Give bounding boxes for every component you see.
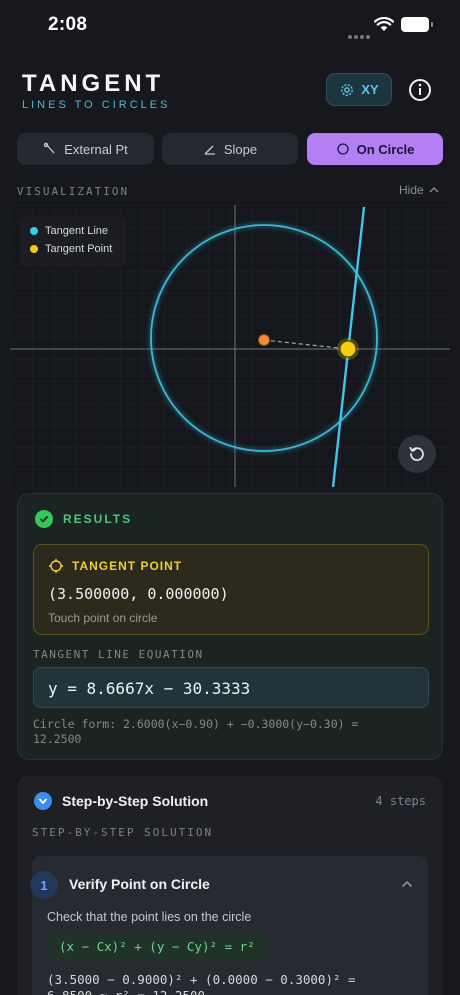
steps-subtitle: STEP-BY-STEP SOLUTION (32, 826, 214, 839)
equation-label: TANGENT LINE EQUATION (33, 648, 204, 661)
hide-label: Hide (399, 183, 424, 197)
legend-item-tangent-point: Tangent Point (30, 240, 126, 258)
tangent-point-title: TANGENT POINT (72, 559, 183, 573)
status-bar: 2:08 (0, 0, 460, 52)
coordinate-settings-button[interactable]: XY (326, 73, 392, 106)
info-icon[interactable] (406, 76, 434, 104)
app-title: TANGENT (22, 70, 165, 97)
step-title: Verify Point on Circle (69, 876, 210, 892)
mode-external-point[interactable]: External Pt (17, 133, 154, 165)
tangent-point-header: TANGENT POINT (48, 558, 182, 574)
chevron-up-icon[interactable] (401, 880, 413, 888)
reset-view-button[interactable] (398, 435, 436, 473)
app-subtitle: LINES TO CIRCLES (22, 99, 171, 111)
step-description: Check that the point lies on the circle (47, 910, 252, 924)
cellular-icon (348, 26, 372, 44)
results-header: RESULTS (35, 510, 132, 528)
angle-icon (204, 145, 215, 155)
mode-slope-label: Slope (223, 141, 258, 157)
xy-label: XY (361, 82, 379, 97)
chevron-down-icon (34, 792, 52, 810)
step-by-step-title: Step-by-Step Solution (62, 793, 209, 809)
steps-count: 4 steps (375, 794, 426, 808)
tangent-point-card: TANGENT POINT (3.500000, 0.000000) Touch… (33, 544, 429, 635)
step-formula: (x − Cx)² + (y − Cy)² = r² (48, 934, 266, 961)
legend-label-tangent-line: Tangent Line (45, 225, 108, 237)
chevron-up-icon (429, 187, 439, 193)
status-time: 2:08 (48, 14, 88, 35)
plot-legend: Tangent Line Tangent Point (20, 216, 126, 266)
tangent-line-equation: y = 8.6667x − 30.3333 (33, 667, 429, 708)
reset-icon (409, 446, 424, 461)
results-title: RESULTS (63, 512, 133, 526)
hide-visualization-button[interactable]: Hide (399, 183, 439, 197)
mode-on-circle[interactable]: On Circle (307, 133, 443, 165)
wand-icon (44, 142, 55, 154)
tangent-point[interactable] (339, 340, 357, 358)
legend-swatch-tangent-point (30, 245, 38, 253)
center-point (258, 334, 270, 346)
legend-swatch-tangent-line (30, 227, 38, 235)
mode-external-point-label: External Pt (64, 141, 128, 157)
results-card: RESULTS TANGENT POINT (3.500000, 0.00000… (17, 493, 443, 760)
circle-form-equation: Circle form: 2.6000(x−0.90) + −0.3000(y−… (33, 717, 359, 746)
crosshair-icon (49, 559, 63, 573)
step-by-step-header[interactable]: Step-by-Step Solution (34, 792, 208, 810)
tangent-point-note: Touch point on circle (48, 611, 158, 625)
mode-on-circle-label: On Circle (356, 141, 415, 157)
checkmark-icon (35, 510, 53, 528)
visualization-label: VISUALIZATION (17, 185, 130, 198)
mode-slope[interactable]: Slope (162, 133, 298, 165)
step-by-step-card[interactable]: Step-by-Step Solution 4 steps STEP-BY-ST… (17, 776, 443, 995)
gear-icon (341, 83, 354, 96)
step-calculation: (3.5000 − 0.9000)² + (0.0000 − 0.3000)² … (47, 972, 356, 995)
wifi-icon (374, 17, 394, 31)
step-number-badge: 1 (30, 871, 58, 899)
legend-label-tangent-point: Tangent Point (45, 243, 113, 255)
tangent-point-value: (3.500000, 0.000000) (48, 585, 229, 603)
legend-item-tangent-line: Tangent Line (30, 222, 126, 240)
battery-icon (401, 17, 433, 32)
circle-icon (336, 143, 349, 155)
